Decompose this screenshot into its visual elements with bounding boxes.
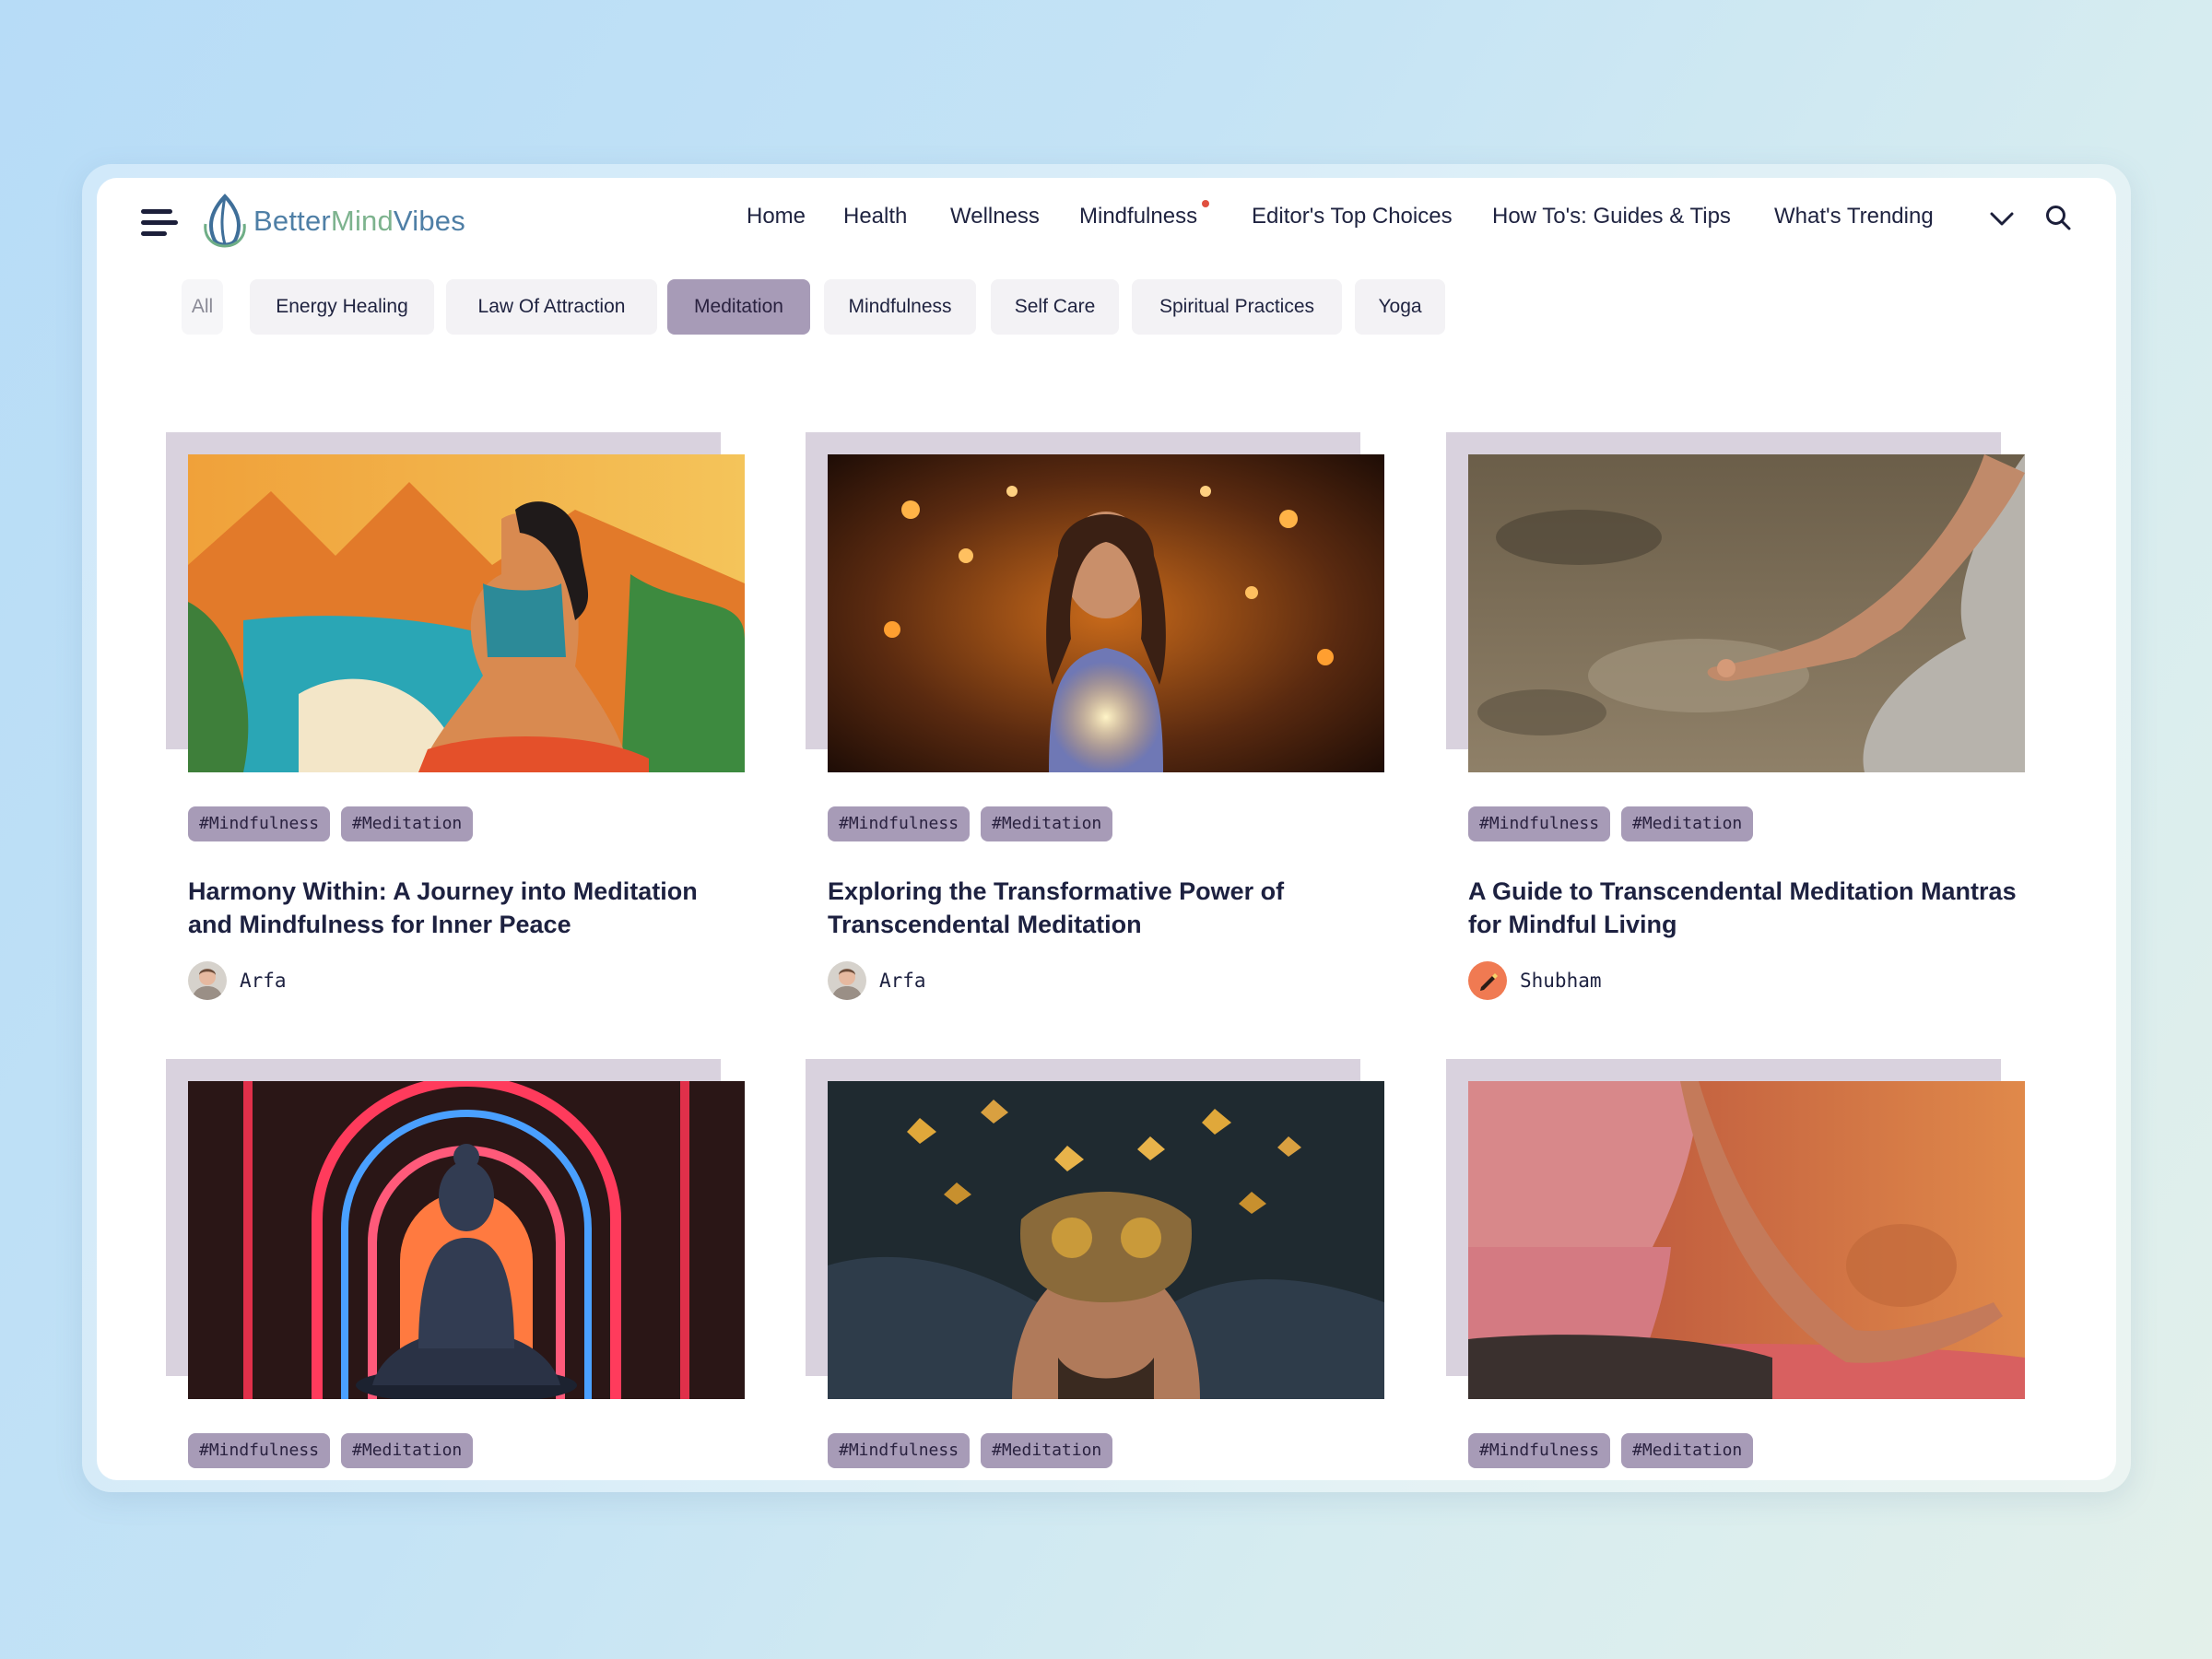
notification-dot <box>1202 200 1209 207</box>
tag-meditation[interactable]: #Meditation <box>981 1433 1113 1468</box>
tag-mindfulness[interactable]: #Mindfulness <box>188 1433 331 1468</box>
article-card: #Mindfulness #Meditation <box>806 1059 1386 1480</box>
category-chip-spiritual-practices[interactable]: Spiritual Practices <box>1132 279 1342 335</box>
chevron-down-icon[interactable] <box>1989 209 2015 228</box>
nav-home[interactable]: Home <box>747 204 806 229</box>
article-card: #Mindfulness #Meditation A Guide to Tran… <box>1446 432 2027 1059</box>
lotus-logo-icon <box>204 194 246 248</box>
avatar <box>188 961 227 1000</box>
article-title[interactable]: A Guide to Transcendental Meditation Man… <box>1468 875 2021 941</box>
logo-text: BetterMindVibes <box>253 205 465 238</box>
browser-window: BetterMindVibes Home Health Wellness Min… <box>97 178 2116 1480</box>
category-chip-meditation[interactable]: Meditation <box>667 279 810 335</box>
avatar <box>1468 961 1507 1000</box>
pencil-avatar-icon <box>1468 961 1507 1000</box>
nav-editors-top-choices[interactable]: Editor's Top Choices <box>1252 204 1453 229</box>
tag-list: #Mindfulness #Meditation <box>1468 1433 1754 1468</box>
article-card: #Mindfulness #Meditation <box>166 1059 747 1480</box>
article-image[interactable] <box>1468 454 2025 772</box>
article-author[interactable]: Arfa <box>828 961 926 1000</box>
woman-meditating-landscape-illustration <box>188 454 745 772</box>
author-name: Shubham <box>1520 970 1602 992</box>
nav-whats-trending[interactable]: What's Trending <box>1774 204 1934 229</box>
tag-list: #Mindfulness #Meditation <box>1468 806 1754 841</box>
article-title[interactable]: Exploring the Transformative Power of Tr… <box>828 875 1381 941</box>
tag-mindfulness[interactable]: #Mindfulness <box>188 806 331 841</box>
tag-meditation[interactable]: #Meditation <box>341 806 474 841</box>
nav-mindfulness[interactable]: Mindfulness <box>1079 204 1197 229</box>
man-butterflies-face <box>828 1081 1384 1399</box>
category-chip-energy-healing[interactable]: Energy Healing <box>250 279 434 335</box>
tag-mindfulness[interactable]: #Mindfulness <box>828 1433 971 1468</box>
author-name: Arfa <box>879 970 926 992</box>
tag-mindfulness[interactable]: #Mindfulness <box>828 806 971 841</box>
tag-list: #Mindfulness #Meditation <box>188 806 474 841</box>
logo-text-better: Better <box>253 205 331 237</box>
hand-mudra-beach <box>1468 454 2025 772</box>
category-chip-mindfulness[interactable]: Mindfulness <box>824 279 976 335</box>
avatar <box>828 961 866 1000</box>
tag-meditation[interactable]: #Meditation <box>341 1433 474 1468</box>
category-chip-yoga[interactable]: Yoga <box>1355 279 1445 335</box>
article-image[interactable] <box>828 1081 1384 1399</box>
article-title[interactable]: Harmony Within: A Journey into Meditatio… <box>188 875 741 941</box>
category-chip-all[interactable]: All <box>182 279 223 335</box>
tag-meditation[interactable]: #Meditation <box>1621 1433 1754 1468</box>
tag-meditation[interactable]: #Meditation <box>981 806 1113 841</box>
category-chip-law-of-attraction[interactable]: Law Of Attraction <box>446 279 657 335</box>
tag-mindfulness[interactable]: #Mindfulness <box>1468 1433 1611 1468</box>
author-avatar-icon <box>188 961 227 1000</box>
tag-list: #Mindfulness #Meditation <box>828 1433 1113 1468</box>
article-image[interactable] <box>188 454 745 772</box>
author-avatar-icon <box>828 961 866 1000</box>
article-card: #Mindfulness #Meditation Harmony Within:… <box>166 432 747 1059</box>
menu-icon[interactable] <box>141 207 178 239</box>
tag-mindfulness[interactable]: #Mindfulness <box>1468 806 1611 841</box>
yoga-pose-hand <box>1468 1081 2025 1399</box>
nav-how-tos[interactable]: How To's: Guides & Tips <box>1492 204 1731 229</box>
article-image[interactable] <box>1468 1081 2025 1399</box>
tag-list: #Mindfulness #Meditation <box>828 806 1113 841</box>
tag-meditation[interactable]: #Meditation <box>1621 806 1754 841</box>
article-card: #Mindfulness #Meditation Exploring the T… <box>806 432 1386 1059</box>
author-name: Arfa <box>240 970 287 992</box>
site-logo[interactable]: BetterMindVibes <box>200 191 465 252</box>
article-image[interactable] <box>828 454 1384 772</box>
article-author[interactable]: Shubham <box>1468 961 1602 1000</box>
woman-glowing-lights <box>828 454 1384 772</box>
search-icon[interactable] <box>2044 204 2072 231</box>
logo-text-vibes: Vibes <box>393 205 465 237</box>
nav-wellness[interactable]: Wellness <box>950 204 1040 229</box>
category-chip-self-care[interactable]: Self Care <box>991 279 1119 335</box>
article-image[interactable] <box>188 1081 745 1399</box>
buddha-neon-arches <box>188 1081 745 1399</box>
article-card: #Mindfulness #Meditation <box>1446 1059 2027 1480</box>
nav-health[interactable]: Health <box>843 204 907 229</box>
tag-list: #Mindfulness #Meditation <box>188 1433 474 1468</box>
logo-text-mind: Mind <box>330 205 394 237</box>
article-author[interactable]: Arfa <box>188 961 287 1000</box>
